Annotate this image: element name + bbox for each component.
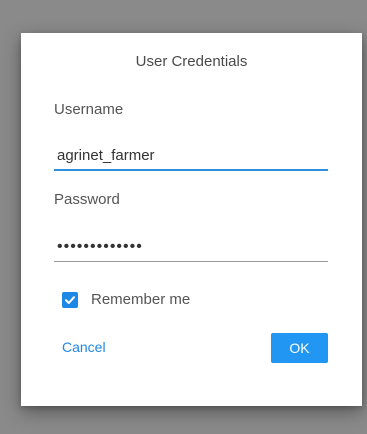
remember-me-checkbox[interactable] — [62, 291, 78, 308]
remember-me-label: Remember me — [91, 291, 191, 308]
password-label: Password — [54, 191, 120, 208]
remember-me-row[interactable]: Remember me — [62, 291, 190, 308]
password-input[interactable] — [54, 232, 328, 262]
check-icon — [65, 295, 75, 304]
dialog-title: User Credentials — [135, 53, 248, 70]
username-label: Username — [54, 101, 124, 118]
cancel-button[interactable]: Cancel — [62, 339, 106, 355]
username-input[interactable] — [54, 141, 328, 171]
credentials-dialog: User Credentials Username Password Remem… — [21, 33, 362, 406]
ok-button[interactable]: OK — [271, 333, 328, 363]
